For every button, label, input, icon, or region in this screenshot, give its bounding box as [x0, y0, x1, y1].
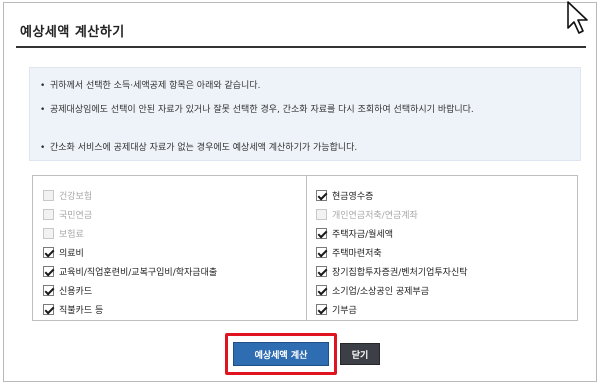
- option-item[interactable]: 현금영수증: [316, 186, 468, 205]
- notice-text: 공제대상임에도 선택이 안된 자료가 있거나 잘못 선택한 경우, 간소화 자료…: [50, 105, 474, 115]
- checked-checkbox[interactable]: [316, 247, 327, 258]
- options-column-right: 현금영수증개인연금저축/연금계좌주택자금/월세액주택마련저축장기집합투자증권/벤…: [316, 186, 468, 319]
- checked-checkbox[interactable]: [316, 228, 327, 239]
- unchecked-checkbox: [43, 209, 54, 220]
- checked-checkbox[interactable]: [43, 304, 54, 315]
- option-label: 장기집합투자증권/벤처기업투자신탁: [332, 268, 468, 278]
- options-column-left: 건강보험국민연금보험료의료비교육비/직업훈련비/교복구입비/학자금대출신용카드직…: [43, 186, 217, 319]
- checked-checkbox[interactable]: [316, 304, 327, 315]
- option-item[interactable]: 주택자금/월세액: [316, 224, 468, 243]
- unchecked-checkbox: [43, 228, 54, 239]
- bullet-icon: •: [40, 143, 46, 153]
- option-label: 의료비: [59, 249, 84, 259]
- option-item: 개인연금저축/연금계좌: [316, 205, 468, 224]
- unchecked-checkbox: [43, 190, 54, 201]
- option-item[interactable]: 주택마련저축: [316, 243, 468, 262]
- notice-item: • 간소화 서비스에 공제대상 자료가 없는 경우에도 예상세액 계산하기가 가…: [40, 141, 560, 156]
- calculate-tax-button[interactable]: 예상세액 계산: [233, 342, 329, 366]
- option-item: 보험료: [43, 224, 217, 243]
- option-label: 국민연금: [59, 211, 93, 221]
- option-label: 교육비/직업훈련비/교복구입비/학자금대출: [59, 268, 218, 278]
- dialog-header: 예상세액 계산하기: [16, 12, 586, 48]
- option-label: 현금영수증: [332, 192, 374, 202]
- option-item[interactable]: 장기집합투자증권/벤처기업투자신탁: [316, 262, 468, 281]
- column-divider: [306, 176, 307, 320]
- option-label: 주택자금/월세액: [332, 230, 393, 240]
- notice-item: • 귀하께서 선택한 소득·세액공제 항목은 아래와 같습니다.: [40, 79, 560, 94]
- option-label: 개인연금저축/연금계좌: [332, 211, 418, 221]
- notice-text: 간소화 서비스에 공제대상 자료가 없는 경우에도 예상세액 계산하기가 가능합…: [50, 143, 358, 153]
- option-label: 보험료: [59, 230, 84, 240]
- close-button[interactable]: 닫기: [340, 343, 380, 365]
- dialog-title: 예상세액 계산하기: [20, 25, 125, 40]
- option-label: 주택마련저축: [332, 249, 382, 259]
- checked-checkbox[interactable]: [43, 247, 54, 258]
- option-item: 국민연금: [43, 205, 217, 224]
- option-item[interactable]: 소기업/소상공인 공제부금: [316, 281, 468, 300]
- checked-checkbox[interactable]: [316, 285, 327, 296]
- option-item[interactable]: 직불카드 등: [43, 300, 217, 319]
- dialog-window: 예상세액 계산하기 • 귀하께서 선택한 소득·세액공제 항목은 아래와 같습니…: [3, 2, 597, 382]
- bullet-icon: •: [40, 105, 46, 115]
- option-label: 직불카드 등: [59, 306, 104, 316]
- option-label: 기부금: [332, 306, 357, 316]
- notice-box: • 귀하께서 선택한 소득·세액공제 항목은 아래와 같습니다. • 공제대상임…: [29, 67, 581, 161]
- checked-checkbox[interactable]: [43, 285, 54, 296]
- deduction-options-table: 건강보험국민연금보험료의료비교육비/직업훈련비/교복구입비/학자금대출신용카드직…: [32, 175, 578, 321]
- checked-checkbox[interactable]: [316, 190, 327, 201]
- option-label: 신용카드: [59, 287, 93, 297]
- option-label: 소기업/소상공인 공제부금: [332, 287, 429, 297]
- option-item[interactable]: 교육비/직업훈련비/교복구입비/학자금대출: [43, 262, 217, 281]
- option-item[interactable]: 신용카드: [43, 281, 217, 300]
- unchecked-checkbox: [316, 209, 327, 220]
- bullet-icon: •: [40, 81, 46, 91]
- checked-checkbox[interactable]: [316, 266, 327, 277]
- option-label: 건강보험: [59, 192, 93, 202]
- option-item: 건강보험: [43, 186, 217, 205]
- notice-text: 귀하께서 선택한 소득·세액공제 항목은 아래와 같습니다.: [50, 81, 261, 91]
- notice-item: • 공제대상임에도 선택이 안된 자료가 있거나 잘못 선택한 경우, 간소화 …: [40, 103, 570, 118]
- option-item[interactable]: 기부금: [316, 300, 468, 319]
- checked-checkbox[interactable]: [43, 266, 54, 277]
- option-item[interactable]: 의료비: [43, 243, 217, 262]
- mouse-cursor-icon: [567, 1, 588, 34]
